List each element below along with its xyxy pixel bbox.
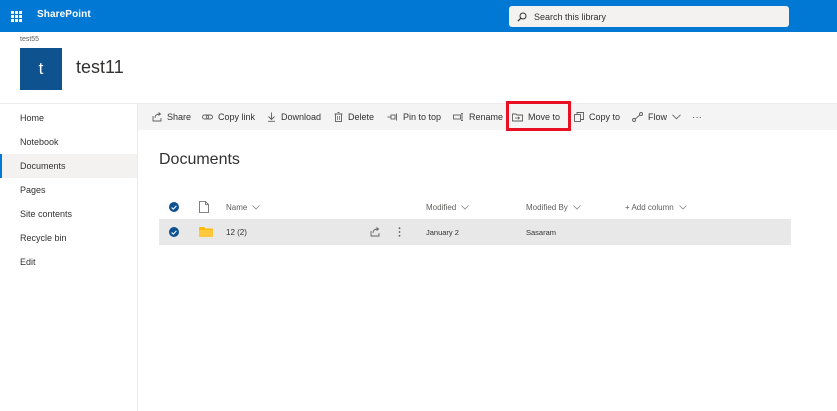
select-all-checkbox[interactable] — [169, 195, 179, 219]
copy-link-label: Copy link — [218, 112, 256, 122]
search-icon — [517, 12, 527, 22]
column-header-modified-by[interactable]: Modified By — [526, 195, 581, 219]
left-nav: Home Notebook Documents Pages Site conte… — [0, 104, 138, 411]
nav-item-notebook[interactable]: Notebook — [0, 130, 137, 154]
row-name-link[interactable]: 12 (2) — [226, 219, 247, 245]
chevron-down-icon — [461, 204, 470, 210]
column-modified-label: Modified — [426, 202, 457, 212]
nav-item-edit[interactable]: Edit — [0, 250, 137, 274]
link-icon — [202, 114, 213, 120]
pin-icon — [387, 113, 397, 121]
column-modified-by-label: Modified By — [526, 202, 568, 212]
download-icon — [268, 112, 275, 122]
row-more-actions-button[interactable] — [398, 219, 401, 245]
rename-button[interactable]: Rename — [453, 104, 503, 130]
move-to-highlight — [506, 101, 571, 131]
share-label: Share — [167, 112, 192, 122]
search-box[interactable] — [509, 6, 789, 27]
checkmark-icon — [169, 227, 179, 237]
more-vertical-icon — [398, 227, 401, 237]
column-header-name[interactable]: Name — [226, 195, 261, 219]
share-icon — [152, 112, 162, 122]
delete-button[interactable]: Delete — [334, 104, 374, 130]
rename-icon — [453, 113, 463, 121]
share-button[interactable]: Share — [152, 104, 191, 130]
add-column-button[interactable]: + Add column — [625, 195, 687, 219]
nav-item-documents[interactable]: Documents — [0, 154, 137, 178]
nav-item-site-contents[interactable]: Site contents — [0, 202, 137, 226]
nav-item-pages[interactable]: Pages — [0, 178, 137, 202]
download-button[interactable]: Download — [267, 104, 321, 130]
copy-to-button[interactable]: Copy to — [574, 104, 620, 130]
row-checkbox[interactable] — [169, 219, 179, 245]
column-name-label: Name — [226, 202, 248, 212]
list-header: Name Modified Modified By + Add column — [159, 195, 791, 219]
chevron-down-icon — [672, 114, 681, 120]
chevron-down-icon — [678, 204, 687, 210]
app-launcher-icon[interactable] — [0, 0, 32, 32]
delete-label: Delete — [348, 112, 375, 122]
brand-link[interactable]: SharePoint — [37, 9, 91, 20]
chevron-down-icon — [252, 204, 261, 210]
copy-to-label: Copy to — [589, 112, 621, 122]
chevron-down-icon — [573, 204, 581, 210]
pin-to-top-button[interactable]: Pin to top — [387, 104, 441, 130]
trash-icon — [334, 112, 343, 122]
site-breadcrumb[interactable]: test55 — [20, 36, 39, 43]
flow-icon — [632, 112, 643, 122]
site-logo[interactable]: t — [20, 48, 62, 90]
row-modified-by[interactable]: Sasaram — [526, 219, 556, 245]
copy-link-button[interactable]: Copy link — [202, 104, 255, 130]
share-icon — [370, 227, 380, 237]
table-row[interactable]: 12 (2) January 2 Sasaram — [159, 219, 791, 245]
suite-bar: SharePoint — [0, 0, 837, 32]
file-type-icon[interactable] — [199, 195, 209, 219]
folder-icon — [199, 219, 213, 245]
flow-label: Flow — [648, 112, 668, 122]
download-label: Download — [281, 112, 322, 122]
pin-to-top-label: Pin to top — [403, 112, 442, 122]
nav-item-recycle-bin[interactable]: Recycle bin — [0, 226, 137, 250]
checkmark-icon — [169, 202, 179, 212]
site-title[interactable]: test11 — [76, 57, 124, 78]
more-actions-button[interactable]: ··· — [692, 104, 702, 130]
column-header-modified[interactable]: Modified — [426, 195, 470, 219]
rename-label: Rename — [469, 112, 504, 122]
flow-button[interactable]: Flow — [632, 104, 681, 130]
row-share-button[interactable] — [370, 219, 380, 245]
row-modified: January 2 — [426, 227, 459, 237]
add-column-label: + Add column — [625, 202, 674, 212]
nav-item-home[interactable]: Home — [0, 106, 137, 130]
search-input[interactable] — [534, 11, 754, 22]
command-bar: Share Copy link Download Delete Pin to t… — [138, 104, 837, 130]
copy-icon — [574, 112, 584, 122]
page-title: Documents — [159, 151, 240, 168]
